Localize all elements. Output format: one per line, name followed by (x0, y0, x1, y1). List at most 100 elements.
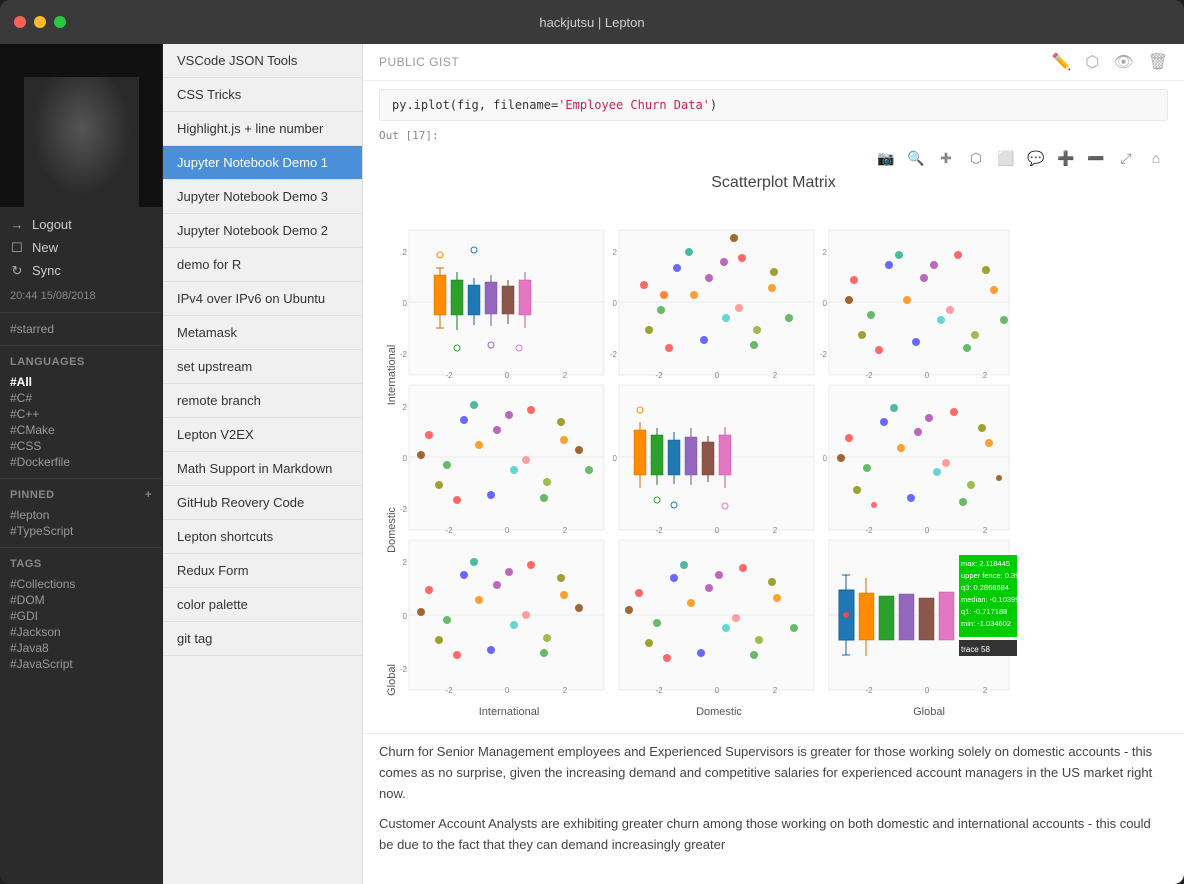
lang-all[interactable]: #All (10, 374, 152, 390)
svg-text:-2: -2 (820, 350, 828, 359)
lang-css[interactable]: #CSS (10, 438, 152, 454)
tags-list: #Collections #DOM #GDI #Jackson #Java8 #… (0, 572, 162, 676)
eye-icon[interactable]: 👁 (1113, 52, 1133, 72)
svg-text:2: 2 (983, 526, 988, 535)
snippet-github-recovery[interactable]: GitHub Reovery Code (163, 486, 362, 520)
svg-text:upper fence: 0.39: upper fence: 0.39 (961, 571, 1019, 580)
svg-text:0: 0 (715, 526, 720, 535)
svg-text:2: 2 (773, 686, 778, 695)
logout-action[interactable]: → Logout (10, 215, 152, 234)
code-string: 'Employee Churn Data' (558, 98, 710, 112)
zoom-in-tool[interactable]: ➕ (1054, 146, 1078, 170)
svg-text:-2: -2 (400, 350, 408, 359)
tag-javascript[interactable]: #JavaScript (10, 656, 152, 672)
snippet-math-markdown[interactable]: Math Support in Markdown (163, 452, 362, 486)
tags-header: TAGS (0, 552, 162, 572)
snippet-lepton-v2ex[interactable]: Lepton V2EX (163, 418, 362, 452)
snippet-remote-branch[interactable]: remote branch (163, 384, 362, 418)
add-pinned-button[interactable]: + (145, 489, 152, 501)
paragraph-1: Churn for Senior Management employees an… (379, 742, 1168, 804)
snippet-demo-r[interactable]: demo for R (163, 248, 362, 282)
snippet-jupyter-3[interactable]: Jupyter Notebook Demo 3 (163, 180, 362, 214)
starred-section: #starred (0, 317, 162, 341)
svg-text:0: 0 (505, 526, 510, 535)
svg-text:2: 2 (403, 248, 408, 257)
snippet-set-upstream[interactable]: set upstream (163, 350, 362, 384)
svg-text:min: -1.034602: min: -1.034602 (961, 619, 1011, 628)
svg-text:Global: Global (913, 706, 945, 718)
tag-collections[interactable]: #Collections (10, 576, 152, 592)
tag-jackson[interactable]: #Jackson (10, 624, 152, 640)
camera-tool[interactable]: 📷 (874, 146, 898, 170)
new-action[interactable]: ☐ New (10, 238, 152, 257)
tag-dom[interactable]: #DOM (10, 592, 152, 608)
code-text: py.iplot(fig, filename= (392, 98, 558, 112)
content-header: PUBLIC GIST ✏️ ⬡ 👁 🗑 (363, 44, 1184, 81)
svg-text:0: 0 (823, 454, 828, 463)
svg-text:0: 0 (613, 454, 618, 463)
sidebar-scroll: → Logout ☐ New ↻ Sync 20:44 15/08/2018 # (0, 207, 162, 884)
titlebar: hackjutsu | Lepton (0, 0, 1184, 44)
home-tool[interactable]: ⌂ (1144, 146, 1168, 170)
code-block: py.iplot(fig, filename='Employee Churn D… (379, 89, 1168, 121)
svg-text:max: 2.118445: max: 2.118445 (961, 559, 1010, 568)
svg-text:0: 0 (403, 612, 408, 621)
svg-text:Domestic: Domestic (696, 706, 742, 718)
svg-text:-2: -2 (445, 371, 453, 380)
rect-select-tool[interactable]: ⬜ (994, 146, 1018, 170)
close-button[interactable] (14, 16, 26, 28)
svg-text:q3: 0.2868684: q3: 0.2868684 (961, 583, 1009, 592)
comment-tool[interactable]: 💬 (1024, 146, 1048, 170)
svg-text:International: International (479, 706, 540, 718)
svg-text:0: 0 (925, 371, 930, 380)
pinned-typescript[interactable]: #TypeScript (10, 523, 152, 539)
trash-icon[interactable]: 🗑 (1148, 52, 1168, 72)
lang-cpp[interactable]: #C++ (10, 406, 152, 422)
snippet-vscode-json[interactable]: VSCode JSON Tools (163, 44, 362, 78)
zoom-tool[interactable]: 🔍 (904, 146, 928, 170)
tag-gdi[interactable]: #GDI (10, 608, 152, 624)
lang-dockerfile[interactable]: #Dockerfile (10, 454, 152, 470)
new-icon: ☐ (10, 241, 24, 255)
snippet-jupyter-2[interactable]: Jupyter Notebook Demo 2 (163, 214, 362, 248)
content-area: PUBLIC GIST ✏️ ⬡ 👁 🗑 py.iplot(fig, filen… (363, 44, 1184, 884)
plot-container: Scatterplot Matrix International Domesti… (379, 174, 1168, 725)
window-title: hackjutsu | Lepton (539, 15, 644, 30)
header-actions: ✏️ ⬡ 👁 🗑 (1051, 52, 1168, 72)
maximize-button[interactable] (54, 16, 66, 28)
minimize-button[interactable] (34, 16, 46, 28)
svg-text:0: 0 (715, 686, 720, 695)
svg-text:2: 2 (823, 248, 828, 257)
output-label: Out [17]: (379, 129, 1168, 142)
snippet-jupyter-1[interactable]: Jupyter Notebook Demo 1 (163, 146, 362, 180)
divider-1 (0, 312, 162, 313)
main-layout: → Logout ☐ New ↻ Sync 20:44 15/08/2018 # (0, 44, 1184, 884)
snippet-color-palette[interactable]: color palette (163, 588, 362, 622)
snippet-redux-form[interactable]: Redux Form (163, 554, 362, 588)
sidebar: → Logout ☐ New ↻ Sync 20:44 15/08/2018 # (0, 44, 163, 884)
snippet-css-tricks[interactable]: CSS Tricks (163, 78, 362, 112)
svg-text:0: 0 (715, 371, 720, 380)
snippet-lepton-shortcuts[interactable]: Lepton shortcuts (163, 520, 362, 554)
sync-action[interactable]: ↻ Sync (10, 261, 152, 280)
svg-text:-2: -2 (400, 665, 408, 674)
edit-icon[interactable]: ✏️ (1051, 52, 1071, 72)
snippet-highlightjs[interactable]: Highlight.js + line number (163, 112, 362, 146)
tag-java8[interactable]: #Java8 (10, 640, 152, 656)
plus-tool[interactable]: ✚ (934, 146, 958, 170)
svg-text:2: 2 (983, 371, 988, 380)
svg-text:2: 2 (563, 526, 568, 535)
snippet-git-tag[interactable]: git tag (163, 622, 362, 656)
lang-csharp[interactable]: #C# (10, 390, 152, 406)
autoscale-tool[interactable]: ⤢ (1114, 146, 1138, 170)
lasso-tool[interactable]: ⬡ (964, 146, 988, 170)
zoom-out-tool[interactable]: ➖ (1084, 146, 1108, 170)
sync-icon: ↻ (10, 264, 24, 278)
starred-tag[interactable]: #starred (10, 321, 152, 337)
snippet-ipv4[interactable]: IPv4 over IPv6 on Ubuntu (163, 282, 362, 316)
snippet-metamask[interactable]: Metamask (163, 316, 362, 350)
pinned-lepton[interactable]: #lepton (10, 507, 152, 523)
external-link-icon[interactable]: ⬡ (1085, 52, 1099, 72)
lang-cmake[interactable]: #CMake (10, 422, 152, 438)
pinned-list: #lepton #TypeScript (0, 503, 162, 543)
